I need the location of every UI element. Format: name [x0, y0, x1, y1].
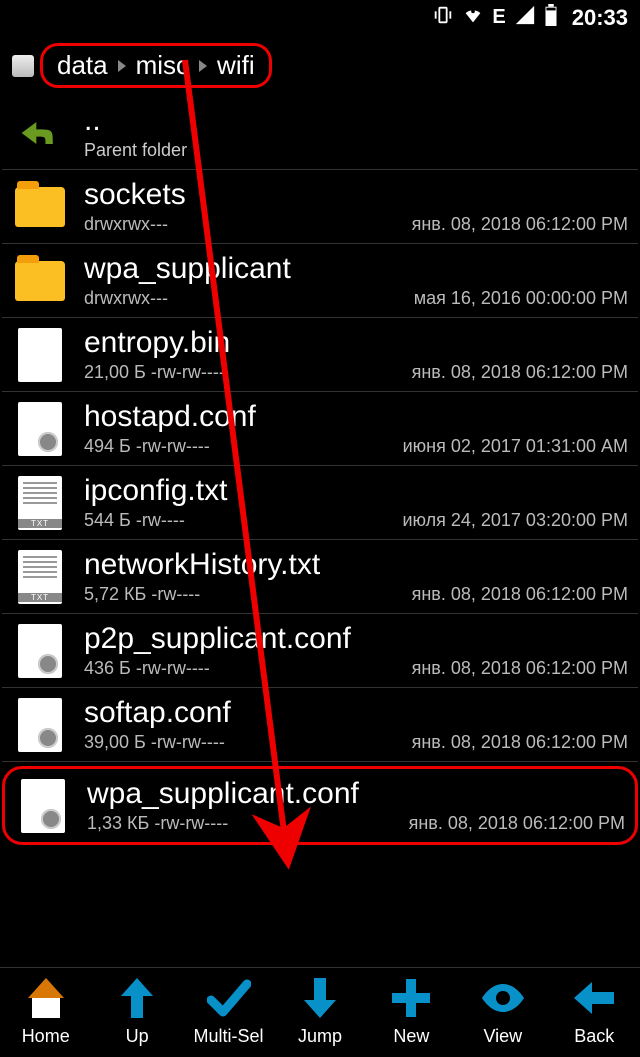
- txt-file-icon: [18, 550, 62, 604]
- config-file-icon: [21, 779, 65, 833]
- network-type: E: [492, 6, 505, 29]
- file-row[interactable]: networkHistory.txt5,72 КБ -rw---- янв. 08…: [2, 540, 638, 614]
- config-file-icon: [18, 402, 62, 456]
- multisel-label: Multi-Sel: [194, 1026, 264, 1047]
- file-date: июня 02, 2017 01:31:00 AM: [403, 436, 628, 457]
- view-label: View: [483, 1026, 522, 1047]
- plus-icon: [387, 974, 435, 1022]
- file-name: wpa_supplicant.conf: [87, 777, 625, 811]
- storage-icon[interactable]: [12, 55, 34, 77]
- config-file-icon: [18, 624, 62, 678]
- vibrate-icon: [432, 4, 454, 32]
- file-date: янв. 08, 2018 06:12:00 PM: [412, 584, 628, 605]
- file-perms: drwxrwx---: [84, 288, 168, 309]
- file-perms: 544 Б -rw----: [84, 510, 185, 531]
- bottom-toolbar: Home Up Multi-Sel Jump New View Back: [0, 967, 640, 1057]
- crumb-wifi[interactable]: wifi: [217, 50, 255, 81]
- back-button[interactable]: Back: [554, 974, 634, 1047]
- file-name: sockets: [84, 178, 628, 212]
- file-perms: 21,00 Б -rw-rw----: [84, 362, 225, 383]
- file-perms: 39,00 Б -rw-rw----: [84, 732, 225, 753]
- file-icon: [18, 328, 62, 382]
- file-name: hostapd.conf: [84, 400, 628, 434]
- file-date: июля 24, 2017 03:20:00 PM: [402, 510, 628, 531]
- file-name: ipconfig.txt: [84, 474, 628, 508]
- file-name: entropy.bin: [84, 326, 628, 360]
- file-perms: drwxrwx---: [84, 214, 168, 235]
- file-date: мая 16, 2016 00:00:00 PM: [414, 288, 628, 309]
- file-row[interactable]: socketsdrwxrwx--- янв. 08, 2018 06:12:00 …: [2, 170, 638, 244]
- file-perms: 436 Б -rw-rw----: [84, 658, 210, 679]
- file-name: softap.conf: [84, 696, 628, 730]
- file-name: p2p_supplicant.conf: [84, 622, 628, 656]
- file-date: янв. 08, 2018 06:12:00 PM: [412, 658, 628, 679]
- txt-file-icon: [18, 476, 62, 530]
- file-row[interactable]: wpa_supplicant.conf1,33 КБ -rw-rw---- янв…: [2, 766, 638, 845]
- folder-icon: [15, 261, 65, 301]
- signal-icon: [514, 4, 536, 32]
- chevron-icon: [118, 60, 126, 72]
- config-file-icon: [18, 698, 62, 752]
- file-date: янв. 08, 2018 06:12:00 PM: [412, 362, 628, 383]
- up-arrow-icon: [18, 111, 62, 155]
- eye-icon: [479, 974, 527, 1022]
- folder-icon: [15, 187, 65, 227]
- home-button[interactable]: Home: [6, 974, 86, 1047]
- clock: 20:33: [572, 5, 628, 31]
- file-date: янв. 08, 2018 06:12:00 PM: [412, 214, 628, 235]
- back-label: Back: [574, 1026, 614, 1047]
- new-label: New: [393, 1026, 429, 1047]
- file-name: networkHistory.txt: [84, 548, 628, 582]
- jump-icon: [296, 974, 344, 1022]
- status-bar: E 20:33: [0, 0, 640, 35]
- up-label: Up: [126, 1026, 149, 1047]
- breadcrumb-path: data misc wifi: [40, 43, 272, 88]
- home-icon: [26, 978, 66, 1018]
- crumb-data[interactable]: data: [57, 50, 108, 81]
- file-row[interactable]: p2p_supplicant.conf436 Б -rw-rw---- янв. …: [2, 614, 638, 688]
- file-row[interactable]: wpa_supplicantdrwxrwx--- мая 16, 2016 00:…: [2, 244, 638, 318]
- jump-button[interactable]: Jump: [280, 974, 360, 1047]
- chevron-icon: [199, 60, 207, 72]
- up-button[interactable]: Up: [97, 974, 177, 1047]
- new-button[interactable]: New: [371, 974, 451, 1047]
- back-icon: [570, 974, 618, 1022]
- file-row[interactable]: hostapd.conf494 Б -rw-rw---- июня 02, 201…: [2, 392, 638, 466]
- file-date: янв. 08, 2018 06:12:00 PM: [409, 813, 625, 834]
- check-icon: [205, 974, 253, 1022]
- parent-label: Parent folder: [84, 140, 628, 161]
- breadcrumb: data misc wifi: [0, 35, 640, 96]
- parent-folder-row[interactable]: .. Parent folder: [2, 96, 638, 170]
- battery-icon: [544, 4, 558, 32]
- view-button[interactable]: View: [463, 974, 543, 1047]
- file-row[interactable]: ipconfig.txt544 Б -rw---- июля 24, 2017 0…: [2, 466, 638, 540]
- file-perms: 5,72 КБ -rw----: [84, 584, 200, 605]
- multisel-button[interactable]: Multi-Sel: [189, 974, 269, 1047]
- file-name: wpa_supplicant: [84, 252, 628, 286]
- file-row[interactable]: softap.conf39,00 Б -rw-rw---- янв. 08, 20…: [2, 688, 638, 762]
- file-row[interactable]: entropy.bin21,00 Б -rw-rw---- янв. 08, 20…: [2, 318, 638, 392]
- file-perms: 1,33 КБ -rw-rw----: [87, 813, 228, 834]
- crumb-misc[interactable]: misc: [136, 50, 189, 81]
- file-perms: 494 Б -rw-rw----: [84, 436, 210, 457]
- parent-dots: ..: [84, 104, 628, 138]
- wifi-icon: [462, 4, 484, 32]
- file-date: янв. 08, 2018 06:12:00 PM: [412, 732, 628, 753]
- jump-label: Jump: [298, 1026, 342, 1047]
- file-list: .. Parent folder socketsdrwxrwx---янв. 0…: [0, 96, 640, 845]
- up-icon: [113, 974, 161, 1022]
- home-label: Home: [22, 1026, 70, 1047]
